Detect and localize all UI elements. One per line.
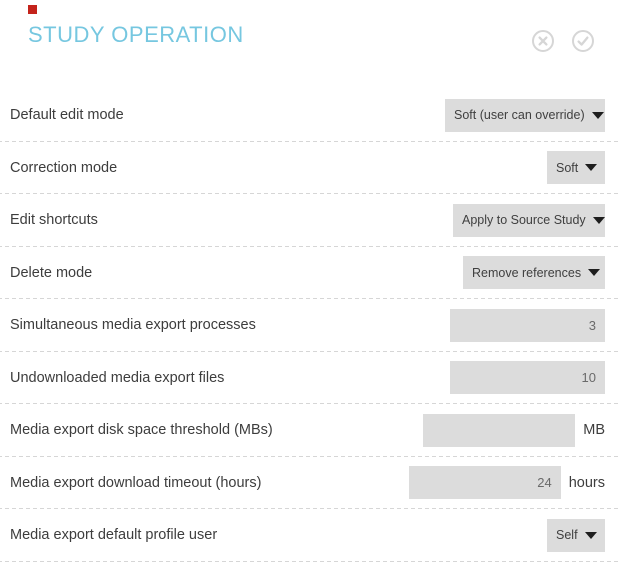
simultaneous-media-export-processes-input[interactable]	[450, 309, 605, 342]
default-edit-mode-select[interactable]: Soft (user can override)	[445, 99, 605, 132]
selected-value: Apply to Source Study	[462, 213, 586, 227]
field-label: Default edit mode	[10, 107, 445, 123]
form-row-edit-shortcuts: Edit shortcuts Apply to Source Study	[0, 194, 621, 247]
chevron-down-icon	[585, 164, 597, 171]
edit-shortcuts-select[interactable]: Apply to Source Study	[453, 204, 605, 237]
form-row-download-timeout: Media export download timeout (hours) ho…	[0, 457, 621, 510]
hours-unit-label: hours	[569, 475, 605, 491]
selected-value: Self	[556, 528, 578, 542]
form-row-default-profile-user: Media export default profile user Self	[0, 509, 621, 562]
selected-value: Remove references	[472, 266, 581, 280]
form-row-delete-mode: Delete mode Remove references	[0, 247, 621, 300]
media-export-disk-space-threshold-input[interactable]	[423, 414, 575, 447]
form-row-correction-mode: Correction mode Soft	[0, 142, 621, 195]
selected-value: Soft (user can override)	[454, 108, 585, 122]
chevron-down-icon	[585, 532, 597, 539]
media-export-default-profile-user-select[interactable]: Self	[547, 519, 605, 552]
chevron-down-icon	[588, 269, 600, 276]
form-row-default-edit-mode: Default edit mode Soft (user can overrid…	[0, 89, 621, 142]
form-row-disk-space-threshold: Media export disk space threshold (MBs) …	[0, 404, 621, 457]
field-label: Correction mode	[10, 160, 547, 176]
confirm-check-icon[interactable]	[571, 29, 595, 53]
chevron-down-icon	[592, 112, 604, 119]
header-actions	[531, 29, 595, 53]
study-operation-panel: STUDY OPERATION Default edit mode Soft (…	[0, 0, 621, 569]
close-icon[interactable]	[531, 29, 555, 53]
field-label: Media export default profile user	[10, 527, 547, 543]
field-label: Media export download timeout (hours)	[10, 475, 409, 491]
form-row-undownloaded-export-files: Undownloaded media export files	[0, 352, 621, 405]
delete-mode-select[interactable]: Remove references	[463, 256, 605, 289]
field-label: Simultaneous media export processes	[10, 317, 450, 333]
selected-value: Soft	[556, 161, 578, 175]
media-export-download-timeout-input[interactable]	[409, 466, 561, 499]
form-row-simultaneous-export-processes: Simultaneous media export processes	[0, 299, 621, 352]
page-title: STUDY OPERATION	[28, 22, 244, 48]
field-label: Media export disk space threshold (MBs)	[10, 422, 423, 438]
chevron-down-icon	[593, 217, 605, 224]
correction-mode-select[interactable]: Soft	[547, 151, 605, 184]
mb-unit-label: MB	[583, 422, 605, 438]
field-label: Undownloaded media export files	[10, 370, 450, 386]
undownloaded-media-export-files-input[interactable]	[450, 361, 605, 394]
red-marker-icon	[28, 5, 37, 14]
field-label: Edit shortcuts	[10, 212, 453, 228]
field-label: Delete mode	[10, 265, 463, 281]
settings-form: Default edit mode Soft (user can overrid…	[0, 89, 621, 562]
